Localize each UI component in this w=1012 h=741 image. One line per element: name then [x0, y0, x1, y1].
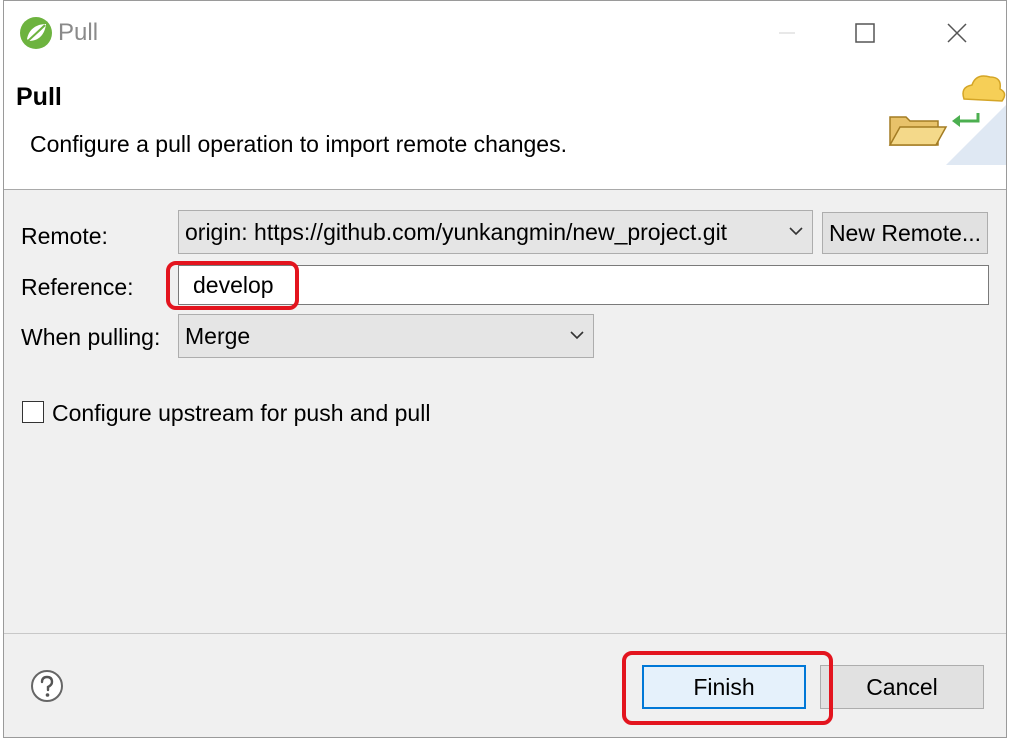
when-pulling-select-value: Merge — [185, 323, 251, 349]
chevron-down-icon — [788, 211, 804, 266]
remote-label: Remote: — [21, 223, 108, 249]
page-title: Pull — [16, 83, 62, 111]
git-pull-banner-icon — [888, 75, 1006, 165]
remote-select-value: origin: https://github.com/yunkangmin/ne… — [185, 219, 728, 245]
minimize-icon — [779, 32, 795, 34]
help-icon[interactable] — [30, 669, 64, 703]
when-pulling-select[interactable]: Merge — [178, 314, 594, 358]
close-button[interactable] — [934, 11, 980, 55]
cancel-button-label: Cancel — [866, 673, 938, 700]
new-remote-button-label: New Remote... — [828, 219, 982, 246]
header-banner: Pull Configure a pull operation to impor… — [4, 65, 1006, 190]
reference-label: Reference: — [21, 274, 134, 300]
page-description: Configure a pull operation to import rem… — [30, 131, 567, 157]
maximize-icon — [855, 23, 875, 43]
window-title: Pull — [58, 19, 99, 46]
maximize-button[interactable] — [842, 11, 888, 55]
spring-app-icon — [20, 17, 52, 49]
reference-input-value: develop — [193, 272, 274, 298]
close-icon — [947, 23, 967, 43]
finish-button[interactable]: Finish — [642, 665, 806, 709]
new-remote-button[interactable]: New Remote... — [822, 212, 988, 254]
background-edge — [1007, 0, 1012, 741]
finish-button-label: Finish — [693, 673, 755, 700]
footer-separator — [4, 633, 1006, 634]
chevron-down-icon — [569, 315, 585, 370]
cancel-button[interactable]: Cancel — [820, 665, 984, 709]
configure-upstream-label[interactable]: Configure upstream for push and pull — [52, 400, 430, 427]
reference-input[interactable]: develop — [178, 265, 989, 305]
minimize-button[interactable] — [764, 11, 810, 55]
when-pulling-label: When pulling: — [21, 324, 161, 350]
pull-dialog: Pull Pull Configure a pull operation to … — [3, 0, 1007, 738]
title-bar: Pull — [4, 1, 1006, 65]
configure-upstream-checkbox[interactable] — [22, 401, 44, 423]
remote-select[interactable]: origin: https://github.com/yunkangmin/ne… — [178, 210, 813, 254]
